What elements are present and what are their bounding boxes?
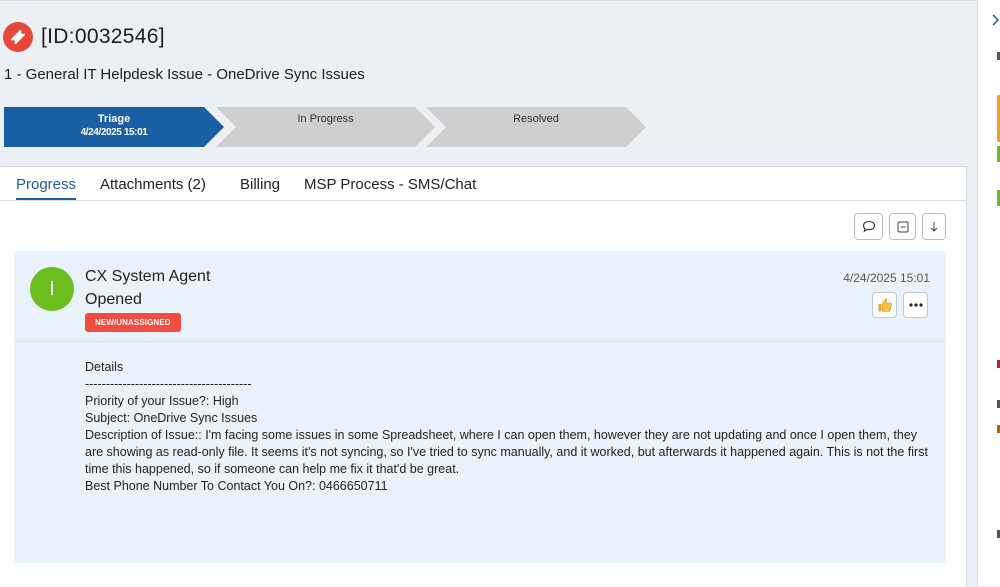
avatar: I bbox=[30, 267, 74, 311]
status-badge: NEW/UNASSIGNED bbox=[85, 313, 181, 332]
detail-line-description: Description of Issue:: I'm facing some i… bbox=[85, 428, 932, 476]
more-options-button[interactable] bbox=[903, 292, 928, 318]
entry-body: Details --------------------------------… bbox=[85, 359, 930, 495]
tab-msp-process[interactable]: MSP Process - SMS/Chat bbox=[304, 176, 476, 193]
arrow-down-icon bbox=[930, 221, 938, 232]
stage-in-progress[interactable]: In Progress bbox=[216, 107, 435, 147]
stage-label: In Progress bbox=[297, 113, 354, 125]
add-note-button[interactable] bbox=[854, 213, 883, 240]
entry-timestamp: 4/24/2025 15:01 bbox=[843, 271, 930, 285]
stage-triage[interactable]: Triage 4/24/2025 15:01 bbox=[4, 107, 224, 147]
main-panel: Progress Attachments (2) Billing MSP Pro… bbox=[0, 166, 967, 587]
tab-attachments[interactable]: Attachments (2) bbox=[100, 176, 206, 193]
comment-icon bbox=[862, 220, 875, 233]
entry-divider bbox=[14, 341, 946, 342]
ticket-icon bbox=[3, 22, 33, 52]
stage-date: 4/24/2025 15:01 bbox=[80, 127, 148, 138]
entry-author: CX System Agent bbox=[85, 268, 211, 285]
collapse-icon bbox=[897, 221, 908, 232]
stage-label: Triage bbox=[97, 113, 131, 125]
details-separator: ---------------------------------------- bbox=[85, 377, 252, 391]
ticket-title: 1 - General IT Helpdesk Issue - OneDrive… bbox=[4, 66, 365, 83]
stage-resolved[interactable]: Resolved bbox=[426, 107, 646, 147]
collapse-all-button[interactable] bbox=[889, 213, 916, 240]
stage-label: Resolved bbox=[513, 113, 559, 125]
entry-action: Opened bbox=[85, 291, 142, 308]
progress-entry: I CX System Agent Opened NEW/UNASSIGNED … bbox=[14, 251, 946, 563]
tab-billing[interactable]: Billing bbox=[240, 176, 280, 193]
stage-pipeline: Triage 4/24/2025 15:01 In Progress Resol… bbox=[4, 107, 654, 147]
detail-line-priority: Priority of your Issue?: High bbox=[85, 394, 239, 408]
right-side-panel bbox=[977, 0, 1000, 586]
detail-line-subject: Subject: OneDrive Sync Issues bbox=[85, 411, 258, 425]
ticket-id: [ID:0032546] bbox=[41, 25, 165, 48]
details-heading: Details bbox=[85, 360, 124, 374]
detail-line-phone: Best Phone Number To Contact You On?: 04… bbox=[85, 479, 388, 493]
tab-progress[interactable]: Progress bbox=[16, 176, 77, 200]
thumbs-up-icon bbox=[878, 298, 892, 312]
like-button[interactable] bbox=[872, 292, 897, 318]
top-border bbox=[0, 0, 976, 1]
close-icon[interactable] bbox=[992, 14, 1000, 26]
sort-button[interactable] bbox=[922, 213, 946, 240]
more-icon bbox=[908, 303, 923, 307]
tab-bar: Progress Attachments (2) Billing MSP Pro… bbox=[0, 167, 966, 201]
